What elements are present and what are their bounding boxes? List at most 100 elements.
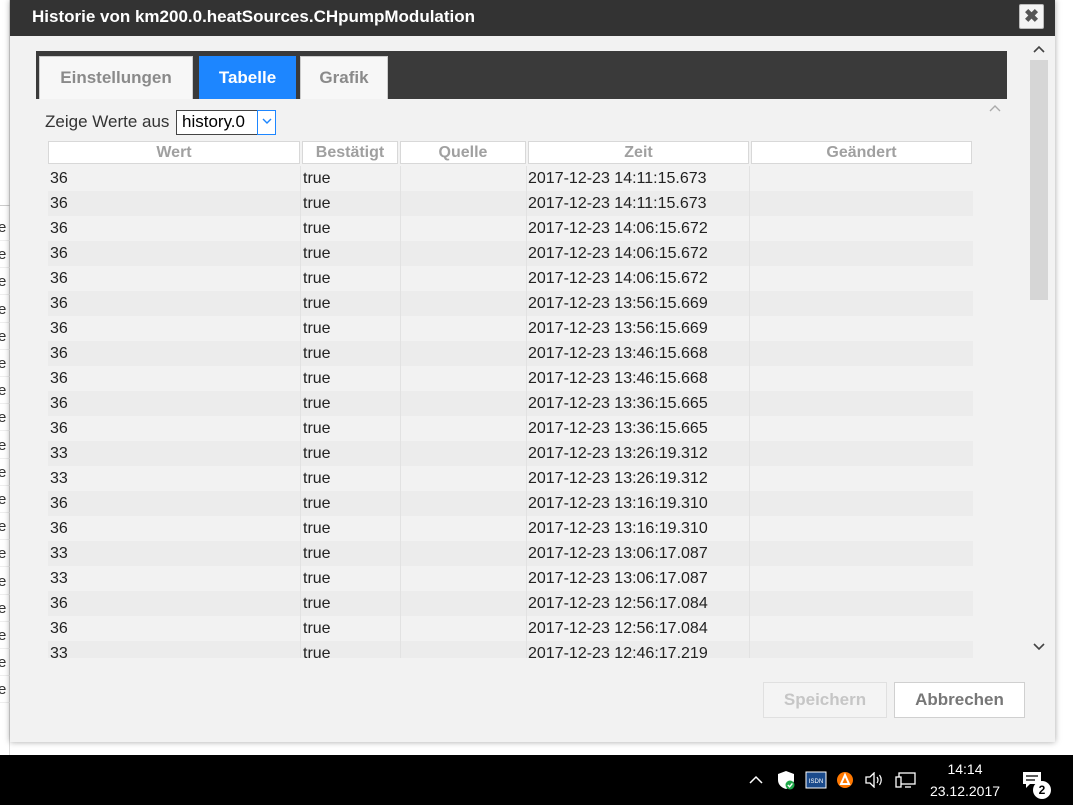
table-row[interactable]: 33 true 2017-12-23 12:46:17.219 [48, 641, 973, 658]
column-separator [300, 641, 301, 658]
background-row: e [0, 268, 10, 296]
history-select-label: Zeige Werte aus [45, 112, 170, 131]
background-row: e [0, 622, 10, 649]
table-row[interactable]: 36 true 2017-12-23 13:36:15.665 [48, 391, 973, 416]
column-separator [749, 491, 750, 516]
scrollbar-thumb[interactable] [1030, 60, 1048, 300]
table-row[interactable]: 36 true 2017-12-23 14:06:15.672 [48, 216, 973, 241]
avast-icon[interactable] [833, 755, 857, 805]
table-row[interactable]: 36 true 2017-12-23 13:16:19.310 [48, 491, 973, 516]
cell-bestaetigt: true [303, 170, 331, 187]
background-row: e [0, 432, 10, 459]
inner-scroll-up-icon[interactable] [987, 103, 1003, 117]
background-row: e [0, 404, 10, 432]
column-separator [400, 166, 401, 191]
background-row: e [0, 350, 10, 377]
save-button[interactable]: Speichern [763, 682, 887, 718]
tab-einstellungen[interactable]: Einstellungen [39, 56, 193, 99]
table-row[interactable]: 36 true 2017-12-23 12:56:17.084 [48, 591, 973, 616]
column-separator [400, 266, 401, 291]
cell-zeit: 2017-12-23 13:56:15.669 [528, 320, 708, 337]
column-separator [749, 616, 750, 641]
table-row[interactable]: 36 true 2017-12-23 14:06:15.672 [48, 266, 973, 291]
clock-time[interactable]: 14:14 [930, 761, 1000, 777]
scroll-down-icon[interactable] [1028, 638, 1050, 656]
cancel-button[interactable]: Abbrechen [894, 682, 1025, 718]
column-separator [300, 441, 301, 466]
cell-bestaetigt: true [303, 395, 331, 412]
table-row[interactable]: 33 true 2017-12-23 13:06:17.087 [48, 566, 973, 591]
cell-bestaetigt: true [303, 520, 331, 537]
cell-zeit: 2017-12-23 12:56:17.084 [528, 595, 708, 612]
clock-date[interactable]: 23.12.2017 [923, 783, 1007, 799]
table-row[interactable]: 33 true 2017-12-23 13:06:17.087 [48, 541, 973, 566]
column-separator [749, 191, 750, 216]
table-row[interactable]: 36 true 2017-12-23 13:46:15.668 [48, 366, 973, 391]
cell-zeit: 2017-12-23 13:56:15.669 [528, 295, 708, 312]
cell-wert: 36 [50, 170, 68, 187]
column-separator [749, 341, 750, 366]
table-row[interactable]: 36 true 2017-12-23 13:56:15.669 [48, 316, 973, 341]
background-row: e [0, 676, 10, 704]
scroll-up-icon[interactable] [1028, 40, 1050, 58]
column-separator [749, 516, 750, 541]
network-icon[interactable] [893, 755, 919, 805]
cell-zeit: 2017-12-23 13:46:15.668 [528, 345, 708, 362]
column-separator [526, 316, 527, 341]
cell-bestaetigt: true [303, 495, 331, 512]
column-separator [526, 191, 527, 216]
column-separator [749, 441, 750, 466]
chevron-down-icon[interactable] [257, 110, 276, 135]
column-separator [749, 316, 750, 341]
column-separator [300, 216, 301, 241]
table-row[interactable]: 36 true 2017-12-23 13:36:15.665 [48, 416, 973, 441]
column-header-bestaetigt[interactable]: Bestätigt [302, 141, 398, 164]
shield-icon[interactable] [774, 755, 798, 805]
column-separator [400, 216, 401, 241]
tab-tabelle[interactable]: Tabelle [199, 56, 296, 99]
column-separator [526, 341, 527, 366]
cell-wert: 36 [50, 420, 68, 437]
column-header-wert[interactable]: Wert [48, 141, 300, 164]
column-separator [400, 391, 401, 416]
column-separator [526, 366, 527, 391]
volume-icon[interactable] [862, 755, 886, 805]
column-separator [400, 416, 401, 441]
table-row[interactable]: 36 true 2017-12-23 14:11:15.673 [48, 166, 973, 191]
cell-wert: 33 [50, 570, 68, 587]
background-row: e [0, 214, 10, 241]
table-row[interactable]: 36 true 2017-12-23 14:11:15.673 [48, 191, 973, 216]
column-separator [400, 516, 401, 541]
table-row[interactable]: 36 true 2017-12-23 12:56:17.084 [48, 616, 973, 641]
cell-zeit: 2017-12-23 13:06:17.087 [528, 545, 708, 562]
column-separator [300, 266, 301, 291]
column-separator [749, 216, 750, 241]
table-header: Wert Bestätigt Quelle Zeit Geändert [48, 141, 973, 164]
table-row[interactable]: 33 true 2017-12-23 13:26:19.312 [48, 441, 973, 466]
background-row: e [0, 649, 10, 677]
column-separator [300, 491, 301, 516]
tray-chevron-up-icon[interactable] [745, 755, 767, 805]
column-separator [526, 166, 527, 191]
table-panel: Zeige Werte aus history.0 Wert Bestätigt… [36, 99, 1007, 658]
history-select[interactable]: history.0 [176, 110, 276, 135]
isdn-icon[interactable]: ISDN [804, 755, 828, 805]
close-button[interactable]: ✖ [1019, 4, 1044, 29]
table-row[interactable]: 36 true 2017-12-23 13:16:19.310 [48, 516, 973, 541]
cell-wert: 33 [50, 545, 68, 562]
cell-zeit: 2017-12-23 13:36:15.665 [528, 420, 708, 437]
background-row: e [0, 568, 10, 595]
column-separator [400, 341, 401, 366]
table-row[interactable]: 36 true 2017-12-23 13:56:15.669 [48, 291, 973, 316]
dialog-scrollbar[interactable] [1028, 40, 1050, 658]
column-header-geaendert[interactable]: Geändert [751, 141, 972, 164]
table-row[interactable]: 33 true 2017-12-23 13:26:19.312 [48, 466, 973, 491]
table-row[interactable]: 36 true 2017-12-23 14:06:15.672 [48, 241, 973, 266]
column-separator [749, 391, 750, 416]
column-separator [300, 566, 301, 591]
column-header-zeit[interactable]: Zeit [528, 141, 749, 164]
table-row[interactable]: 36 true 2017-12-23 13:46:15.668 [48, 341, 973, 366]
column-header-quelle[interactable]: Quelle [400, 141, 526, 164]
tab-grafik[interactable]: Grafik [300, 56, 388, 99]
cell-bestaetigt: true [303, 245, 331, 262]
